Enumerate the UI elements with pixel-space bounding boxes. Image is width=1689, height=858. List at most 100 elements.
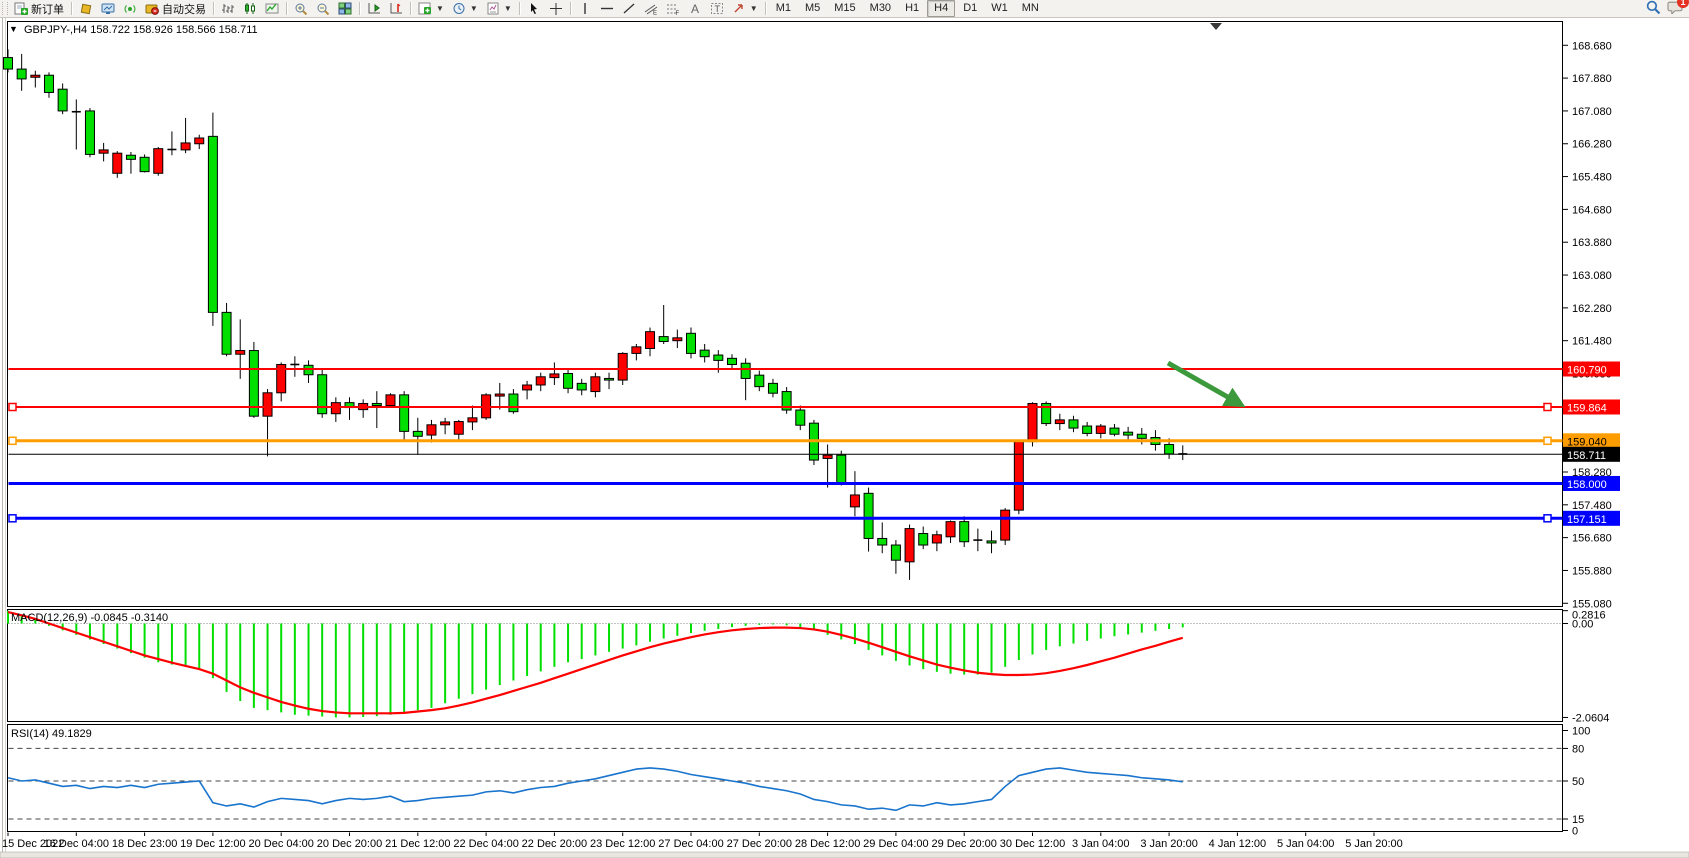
trendline-icon [622, 2, 636, 15]
bull-candle [99, 150, 108, 153]
bear-candle [687, 333, 696, 353]
bear-candle [727, 358, 736, 364]
tile-windows-icon [338, 2, 352, 15]
bear-candle [222, 312, 231, 354]
price-tick-label: 167.880 [1572, 73, 1612, 85]
periods-button[interactable]: ▼ [448, 1, 482, 17]
line-handle[interactable] [9, 403, 16, 410]
templates-icon [486, 2, 500, 15]
indicators-button[interactable]: ▼ [414, 1, 448, 17]
candlestick-chart-button[interactable] [239, 1, 261, 17]
bull-candle [618, 353, 627, 380]
chart-shift-button[interactable] [363, 1, 385, 17]
text-label-button[interactable]: T [706, 1, 728, 17]
templates-button[interactable]: ▼ [482, 1, 516, 17]
bull-candle [673, 338, 682, 341]
search-icon[interactable] [1645, 0, 1661, 17]
time-tick-label: 19 Dec 12:00 [180, 838, 245, 850]
new-order-button[interactable]: 新订单 [10, 1, 68, 17]
time-tick-label: 16 Dec 04:00 [44, 838, 109, 850]
notification-badge: 1 [1677, 0, 1689, 8]
bull-candle [454, 422, 463, 435]
market-watch-button[interactable] [75, 1, 97, 17]
add-indicator-icon [418, 2, 432, 15]
bear-candle [768, 383, 777, 393]
bull-candle [632, 347, 641, 354]
price-tick-label: 162.280 [1572, 303, 1612, 315]
arrows-icon [732, 2, 746, 15]
cursor-button[interactable] [523, 1, 545, 17]
chat-icon[interactable]: 1 [1667, 0, 1683, 17]
signals-button[interactable] [119, 1, 141, 17]
price-tick-label: 168.680 [1572, 40, 1612, 52]
timeframe-h1-button[interactable]: H1 [899, 1, 925, 16]
line-handle[interactable] [9, 515, 16, 522]
equidistant-channel-icon: E [644, 2, 658, 15]
time-tick-label: 5 Jan 20:00 [1345, 838, 1403, 850]
zoom-in-button[interactable] [290, 1, 312, 17]
timeframe-w1-button[interactable]: W1 [985, 1, 1014, 16]
trendline-button[interactable] [618, 1, 640, 17]
price-tag-label: 159.040 [1567, 436, 1607, 448]
toolbar-separator [213, 2, 214, 15]
autotrading-button[interactable]: 自动交易 [141, 1, 210, 17]
timeframe-d1-button[interactable]: D1 [957, 1, 983, 16]
price-tag-label: 158.711 [1567, 450, 1606, 462]
toolbar-grip[interactable] [2, 2, 8, 15]
timeframe-h4-button[interactable]: H4 [927, 0, 955, 17]
macd-label: MACD(12,26,9) -0.0845 -0.3140 [11, 612, 168, 624]
line-handle[interactable] [1544, 515, 1551, 522]
timeframe-m1-button[interactable]: M1 [770, 1, 797, 16]
bull-candle [523, 385, 532, 390]
time-tick-label: 22 Dec 04:00 [453, 838, 518, 850]
arrows-button[interactable]: ▼ [728, 1, 762, 17]
toolbar-separator [570, 2, 571, 15]
equidistant-channel-button[interactable]: E [640, 1, 662, 17]
tile-windows-button[interactable] [334, 1, 356, 17]
price-tick-label: 164.680 [1572, 204, 1612, 216]
time-tick-label: 30 Dec 12:00 [1000, 838, 1065, 850]
bull-candle [1001, 510, 1010, 540]
time-tick-label: 5 Jan 04:00 [1277, 838, 1335, 850]
line-handle[interactable] [1544, 437, 1551, 444]
terminal-button[interactable] [97, 1, 119, 17]
time-tick-label: 29 Dec 20:00 [931, 838, 996, 850]
svg-text:T: T [714, 4, 720, 14]
vertical-line-button[interactable] [574, 1, 596, 17]
timeframe-m30-button[interactable]: M30 [864, 1, 897, 16]
line-chart-button[interactable] [261, 1, 283, 17]
rsi-tick-label: 80 [1572, 743, 1584, 755]
horizontal-line-button[interactable] [596, 1, 618, 17]
line-handle[interactable] [9, 437, 16, 444]
autotrading-button-label: 自动交易 [162, 1, 206, 17]
auto-scroll-button[interactable] [385, 1, 407, 17]
chart-window: 168.680167.880167.080166.280165.480164.6… [0, 18, 1689, 858]
bear-candle [509, 394, 518, 412]
bull-candle [1096, 426, 1105, 433]
bear-candle [1124, 432, 1133, 435]
crosshair-button[interactable] [545, 1, 567, 17]
time-axis[interactable]: 15 Dec 202216 Dec 04:0018 Dec 23:0019 De… [2, 833, 1403, 851]
bull-candle [236, 351, 245, 355]
timeframe-mn-button[interactable]: MN [1016, 1, 1045, 16]
time-tick-label: 28 Dec 12:00 [795, 838, 860, 850]
bar-chart-icon [221, 2, 235, 15]
time-tick-label: 21 Dec 12:00 [385, 838, 450, 850]
bull-candle [1014, 442, 1023, 511]
chart-title-collapse-icon[interactable]: ▼ [9, 24, 18, 34]
horizontal-line-icon [600, 2, 614, 15]
bull-candle [905, 529, 914, 562]
macd-tick-label: -2.0604 [1572, 712, 1609, 724]
price-tag-label: 160.790 [1567, 365, 1607, 377]
zoom-out-button[interactable] [312, 1, 334, 17]
line-handle[interactable] [1544, 403, 1551, 410]
autotrading-icon [145, 2, 159, 15]
timeframe-m15-button[interactable]: M15 [828, 1, 861, 16]
bar-chart-button[interactable] [217, 1, 239, 17]
timeframe-m5-button[interactable]: M5 [799, 1, 826, 16]
price-tag-label: 159.864 [1567, 402, 1607, 414]
crosshair-icon [549, 2, 563, 15]
fibonacci-button[interactable]: F [662, 1, 684, 17]
bear-candle [208, 136, 217, 312]
text-button[interactable]: A [684, 1, 706, 17]
